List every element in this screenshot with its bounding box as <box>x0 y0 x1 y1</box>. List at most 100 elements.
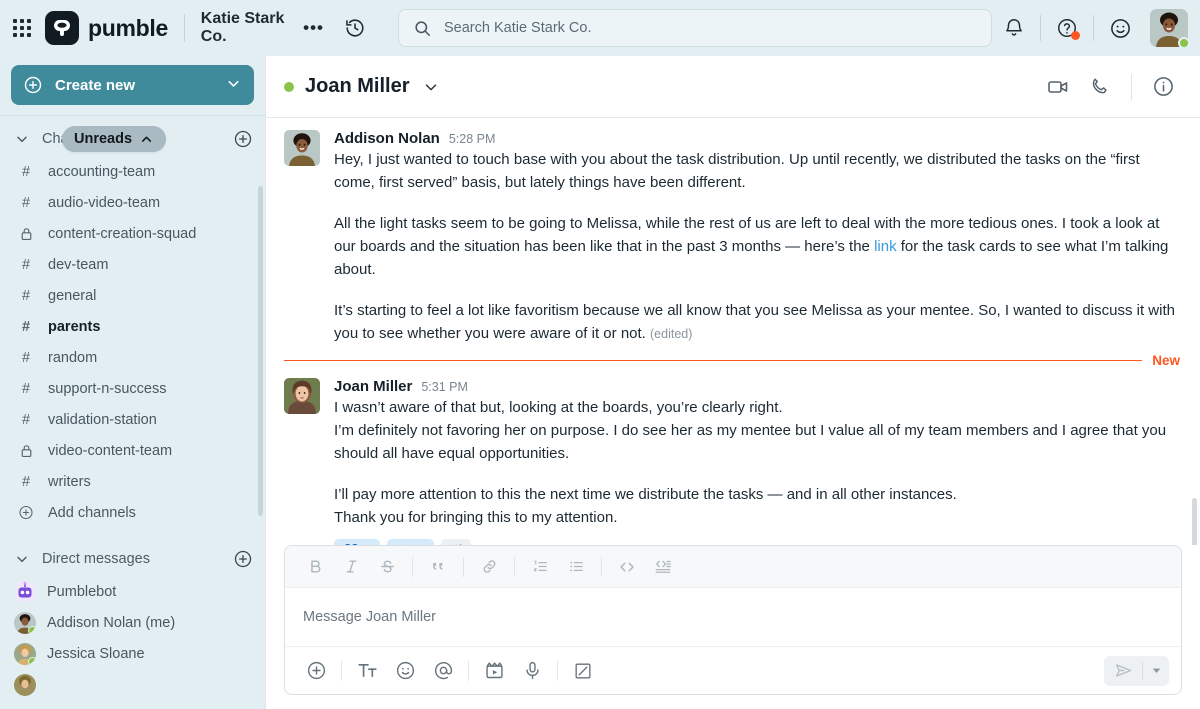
message-paragraph: All the light tasks seem to be going to … <box>334 212 1180 281</box>
sidebar-channel-support-n-success[interactable]: # support-n-success <box>0 373 265 404</box>
mention-button[interactable] <box>424 654 462 688</box>
sidebar-dm-partial[interactable] <box>0 669 265 700</box>
message-link[interactable]: link <box>874 238 897 255</box>
message-composer: Message Joan Miller <box>284 545 1182 695</box>
reaction-bar: 💙 1 🙌 1 <box>334 539 1180 545</box>
hash-icon: # <box>21 349 31 366</box>
channel-label: parents <box>48 318 101 335</box>
add-reaction-icon[interactable] <box>440 539 471 545</box>
formatting-button[interactable] <box>348 654 386 688</box>
emoji-button[interactable] <box>386 654 424 688</box>
send-options-button[interactable] <box>1143 656 1169 686</box>
hash-icon: # <box>21 194 31 211</box>
message-item: Joan Miller 5:31 PM I wasn’t aware of th… <box>266 372 1200 545</box>
dm-label: Pumblebot <box>47 583 117 600</box>
code-button[interactable] <box>609 551 645 583</box>
message-body: Addison Nolan 5:28 PM Hey, I just wanted… <box>334 130 1180 346</box>
avatar[interactable] <box>284 378 320 414</box>
add-channels-button[interactable]: Add channels <box>0 497 265 528</box>
create-new-wrap: Create new <box>0 56 265 115</box>
sidebar-dm-pumblebot[interactable]: Pumblebot <box>0 576 265 607</box>
workspace-name[interactable]: Katie Stark Co. <box>201 10 291 46</box>
video-camera-icon[interactable] <box>1037 67 1079 107</box>
new-direct-message-icon[interactable] <box>233 549 253 569</box>
bullet-list-button[interactable] <box>558 551 594 583</box>
create-new-label: Create new <box>55 76 136 94</box>
create-new-button[interactable]: Create new <box>11 65 254 105</box>
attach-button[interactable] <box>297 654 335 688</box>
conversation-actions <box>1037 67 1184 107</box>
draw-button[interactable] <box>564 654 602 688</box>
direct-messages-section-header[interactable]: Direct messages <box>0 542 265 576</box>
phone-icon[interactable] <box>1079 67 1121 107</box>
top-bar: pumble Katie Stark Co. ••• Search Katie … <box>0 0 1200 56</box>
code-block-button[interactable] <box>645 551 681 583</box>
channel-label: audio-video-team <box>48 194 161 211</box>
avatar <box>14 642 36 665</box>
clip-button[interactable] <box>475 654 513 688</box>
sidebar-scroll[interactable]: Channels Unreads # accounting-team <box>0 116 265 709</box>
blockquote-button[interactable] <box>420 551 456 583</box>
formatting-toolbar <box>285 546 1181 588</box>
sidebar-channel-random[interactable]: # random <box>0 342 265 373</box>
message-paragraph: I’m definitely not favoring her on purpo… <box>334 422 1167 462</box>
sidebar-channel-content-creation-squad[interactable]: content-creation-squad <box>0 218 265 249</box>
history-clock-icon[interactable] <box>344 17 366 39</box>
unreads-filter-pill[interactable]: Unreads <box>62 126 167 152</box>
sidebar-channel-video-content-team[interactable]: video-content-team <box>0 435 265 466</box>
bold-button[interactable] <box>297 551 333 583</box>
reaction-raised-hands[interactable]: 🙌 1 <box>387 539 434 545</box>
chevron-up-icon <box>141 136 152 142</box>
message-paragraph: I’ll pay more attention to this the next… <box>334 486 957 503</box>
message-author[interactable]: Joan Miller <box>334 378 412 395</box>
avatar[interactable] <box>284 130 320 166</box>
add-channel-icon[interactable] <box>233 129 253 149</box>
reaction-blue-heart[interactable]: 💙 1 <box>334 539 381 546</box>
link-button[interactable] <box>471 551 507 583</box>
sidebar-channel-dev-team[interactable]: # dev-team <box>0 249 265 280</box>
smiley-status-icon[interactable] <box>1098 8 1142 48</box>
info-circle-icon[interactable] <box>1142 67 1184 107</box>
help-question-icon[interactable] <box>1045 8 1089 48</box>
avatar[interactable] <box>1150 9 1190 49</box>
message-header: Joan Miller 5:31 PM <box>334 378 1180 395</box>
ordered-list-button[interactable] <box>522 551 558 583</box>
message-list[interactable]: Addison Nolan 5:28 PM Hey, I just wanted… <box>266 118 1200 545</box>
sidebar-scrollbar[interactable] <box>258 186 263 516</box>
sidebar-dm-addison-nolan[interactable]: Addison Nolan (me) <box>0 607 265 638</box>
send-button[interactable] <box>1104 656 1142 686</box>
sidebar-channel-audio-video-team[interactable]: # audio-video-team <box>0 187 265 218</box>
grid-apps-icon[interactable] <box>8 11 35 45</box>
reaction-count: 1 <box>364 544 371 546</box>
chevron-down-icon[interactable] <box>422 78 440 96</box>
workspace-more-button[interactable]: ••• <box>303 18 324 38</box>
divider <box>1093 15 1094 41</box>
sidebar-channel-writers[interactable]: # writers <box>0 466 265 497</box>
sidebar-channel-accounting-team[interactable]: # accounting-team <box>0 156 265 187</box>
message-timestamp: 5:31 PM <box>421 380 468 394</box>
bell-icon[interactable] <box>992 8 1036 48</box>
strikethrough-button[interactable] <box>369 551 405 583</box>
channels-section-header[interactable]: Channels Unreads <box>0 122 265 156</box>
edited-label: (edited) <box>650 327 693 341</box>
italic-button[interactable] <box>333 551 369 583</box>
sidebar-channel-general[interactable]: # general <box>0 280 265 311</box>
search-input[interactable]: Search Katie Stark Co. <box>398 9 992 47</box>
sidebar-channel-validation-station[interactable]: # validation-station <box>0 404 265 435</box>
divider-line <box>284 359 1143 362</box>
message-paragraph: Hey, I just wanted to touch base with yo… <box>334 151 1140 191</box>
message-list-scrollbar[interactable] <box>1192 498 1197 545</box>
channel-label: video-content-team <box>48 442 173 459</box>
pumble-logo-text: pumble <box>88 14 168 41</box>
microphone-button[interactable] <box>513 654 551 688</box>
divider <box>463 556 464 577</box>
message-input-placeholder: Message Joan Miller <box>303 609 436 625</box>
message-input[interactable]: Message Joan Miller <box>285 588 1181 646</box>
top-bar-actions <box>992 8 1190 49</box>
message-author[interactable]: Addison Nolan <box>334 130 440 147</box>
sidebar-channel-parents[interactable]: # parents <box>0 311 265 342</box>
sidebar-dm-jessica-sloane[interactable]: Jessica Sloane <box>0 638 265 669</box>
message-text: I wasn’t aware of that but, looking at t… <box>334 396 1180 529</box>
conversation-header: Joan Miller <box>266 56 1200 118</box>
channel-list: # accounting-team # audio-video-team con… <box>0 156 265 528</box>
